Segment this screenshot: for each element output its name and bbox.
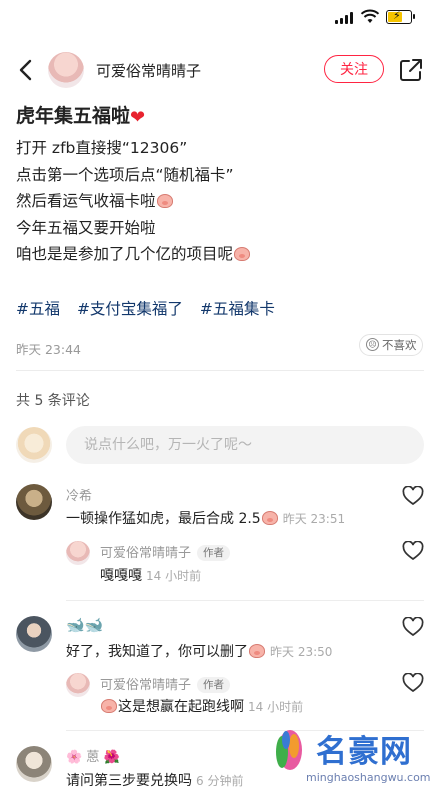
cellular-signal-icon	[335, 12, 355, 24]
comment-count: 共 5 条评论	[16, 393, 90, 409]
author-badge: 作者	[197, 677, 231, 693]
share-icon[interactable]	[398, 57, 424, 83]
tag-link[interactable]: #五福集卡	[200, 300, 275, 318]
watermark-url: minghaoshangwu.com	[306, 771, 431, 784]
reply-author-name[interactable]: 可爱俗常晴晴子 作者	[100, 542, 231, 561]
author-badge: 作者	[197, 545, 231, 561]
tag-list: #五福 #支付宝集福了 #五福集卡	[16, 297, 287, 319]
post-date: 昨天 23:44	[16, 342, 81, 357]
pig-emoji-icon	[261, 511, 278, 525]
comment-divider	[66, 600, 424, 601]
comment-text: 一顿操作猛如虎，最后合成 2.5 昨天 23:51	[66, 511, 346, 527]
author-avatar[interactable]	[48, 52, 84, 88]
like-heart-icon[interactable]	[402, 541, 424, 561]
like-heart-icon[interactable]	[402, 673, 424, 693]
post-title: 虎年集五福啦❤	[16, 101, 145, 128]
post-line: 打开 zfb直接搜“12306”	[16, 139, 188, 157]
tag-link[interactable]: #五福	[16, 300, 60, 318]
red-heart-emoji-icon: ❤	[130, 107, 146, 128]
post-title-text: 虎年集五福啦	[16, 105, 131, 127]
dislike-button[interactable]: ☹ 不喜欢	[359, 334, 423, 356]
post-line: 点击第一个选项后点“随机福卡”	[16, 165, 234, 184]
commenter-avatar[interactable]	[16, 746, 52, 782]
comment-time: 昨天 23:51	[282, 512, 346, 526]
comment-input[interactable]	[66, 426, 424, 464]
sad-face-icon: ☹	[366, 338, 379, 351]
like-heart-icon[interactable]	[402, 486, 424, 506]
like-heart-icon[interactable]	[402, 617, 424, 637]
post-line: 咱也是是参加了几个亿的项目呢	[16, 241, 251, 268]
tag-link[interactable]: #支付宝集福了	[77, 300, 183, 318]
pig-emoji-icon	[156, 194, 173, 208]
watermark: 名豪网 minghaoshangwu.com	[258, 718, 440, 797]
post-body: 打开 zfb直接搜“12306” 点击第一个选项后点“随机福卡” 然后看运气收福…	[16, 135, 251, 268]
divider	[16, 370, 424, 371]
pig-emoji-icon	[249, 644, 265, 658]
commenter-name[interactable]: 🐋🐋	[66, 616, 103, 634]
reply-time: 14 小时前	[248, 700, 304, 714]
watermark-name: 名豪网	[316, 734, 412, 770]
post-line: 然后看运气收福卡啦	[16, 188, 251, 215]
commenter-name[interactable]: 🌸 蒽 🌺	[66, 746, 120, 765]
comment-time: 6 分钟前	[196, 774, 244, 788]
wifi-icon	[360, 9, 380, 23]
reply-author-avatar[interactable]	[66, 541, 90, 565]
follow-button[interactable]: 关注	[324, 55, 384, 83]
comment-text: 请问第三步要兑换吗 6 分钟前	[66, 773, 244, 789]
reply-author-name[interactable]: 可爱俗常晴晴子 作者	[100, 674, 231, 693]
watermark-logo-icon	[276, 730, 302, 770]
reply-time: 14 小时前	[146, 569, 202, 583]
reply-author-avatar[interactable]	[66, 673, 90, 697]
my-avatar	[16, 427, 52, 463]
pig-emoji-icon	[101, 699, 117, 713]
commenter-name[interactable]: 冷希	[66, 485, 92, 504]
battery-icon: ⚡	[386, 9, 415, 24]
reply-text: 嘎嘎嘎 14 小时前	[100, 568, 202, 584]
commenter-avatar[interactable]	[16, 616, 52, 652]
pig-emoji-icon	[234, 247, 251, 261]
commenter-avatar[interactable]	[16, 484, 52, 520]
comment-text: 好了，我知道了，你可以删了 昨天 23:50	[66, 644, 333, 660]
status-bar: ⚡	[0, 0, 440, 36]
author-name[interactable]: 可爱俗常晴晴子	[96, 60, 201, 81]
back-arrow-icon[interactable]	[16, 58, 36, 82]
post-line: 今年五福又要开始啦	[16, 218, 156, 237]
dislike-label: 不喜欢	[382, 338, 417, 352]
comment-time: 昨天 23:50	[270, 645, 333, 659]
reply-text: 这是想赢在起跑线啊 14 小时前	[100, 696, 303, 716]
